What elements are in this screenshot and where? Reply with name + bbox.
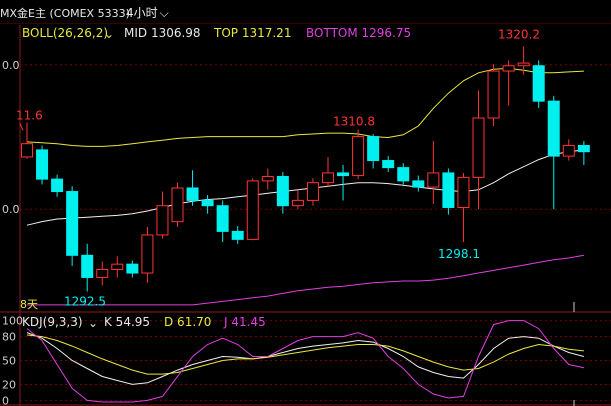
high-marker: 1320.2: [498, 27, 540, 41]
candle-body-down: [337, 172, 350, 177]
candle-body-down: [186, 187, 199, 201]
left-low-marker: 1292.5: [64, 295, 106, 309]
boll-top-line: [26, 67, 584, 147]
candle-body-down: [66, 191, 79, 256]
candle-body-down: [577, 144, 590, 153]
candle-body-up: [352, 136, 365, 177]
candle-body-down: [201, 199, 214, 207]
kdj-tick-label: 80: [2, 331, 16, 344]
candle-body-down: [81, 254, 94, 278]
candle-body-up: [487, 70, 500, 119]
candle-body-down: [547, 100, 560, 157]
candle-body-up: [246, 180, 259, 240]
candle-body-up: [427, 172, 440, 188]
kdj-tick-label: 50: [2, 355, 16, 368]
candle-body-down: [367, 136, 380, 162]
boll-top-value: TOP 1317.21: [213, 26, 291, 40]
candle-body-down: [216, 205, 229, 232]
candle-body-down: [412, 180, 425, 188]
candle-body-up: [111, 263, 124, 270]
kdj-k-value: K 54.95: [104, 315, 150, 329]
candle-body-down: [382, 160, 395, 169]
kdj-d-value: D 61.70: [164, 315, 211, 329]
candle-body-down: [231, 230, 244, 240]
candle-body-up: [261, 175, 274, 182]
boll-indicator-label: BOLL(26,26,2): [22, 26, 108, 40]
candle-body-up: [291, 199, 304, 207]
kdj-lines: [26, 320, 585, 403]
boll-mid-value: MID 1306.98: [124, 26, 201, 40]
candle-body-up: [517, 62, 530, 67]
candle-body-down: [36, 149, 49, 180]
kdj-j-line: [26, 320, 585, 403]
candle-body-up: [21, 143, 33, 158]
candle-body-up: [306, 182, 319, 201]
candle-body-up: [141, 234, 154, 274]
candle-body-up: [562, 144, 575, 157]
candle-body-down: [276, 175, 289, 207]
boll-mid-line: [26, 149, 584, 226]
candle-body-down: [51, 178, 64, 193]
boll-lines: [26, 67, 584, 306]
candle-body-down: [532, 65, 545, 102]
candle-body-up: [472, 117, 485, 178]
boll-bottom-line: [27, 254, 584, 306]
candle-body-up: [171, 187, 184, 223]
kdj-tick-label: 100: [2, 315, 23, 328]
candle-body-down: [397, 167, 410, 182]
kdj-d-line: [26, 334, 584, 375]
candle-body-up: [457, 176, 470, 208]
candle-body-down: [442, 172, 455, 208]
kdj-tick-label: 20: [2, 378, 16, 391]
kdj-indicator-label: KDJ(9,3,3): [22, 315, 83, 329]
candle-body-up: [502, 65, 515, 72]
candle-body-up: [156, 205, 169, 236]
chart-grid: [0, 25, 611, 406]
boll-bottom-value: BOTTOM 1296.75: [306, 26, 411, 40]
kdj-tick-label: 0: [2, 394, 9, 406]
candle-body-down: [126, 263, 139, 274]
candles: [21, 46, 590, 292]
candle-body-up: [96, 268, 109, 278]
price-tick-label: 0.0: [2, 59, 20, 72]
chevron-down-icon: ⌄: [88, 316, 98, 330]
mid-high-marker: 1310.8: [333, 115, 375, 129]
low-marker: 1298.1: [438, 247, 480, 261]
days-marker: 8天: [20, 298, 38, 311]
left-marker: 11.6: [16, 108, 43, 122]
candle-body-up: [322, 172, 334, 184]
kdj-j-value: J 41.45: [223, 315, 266, 329]
chevron-down-icon: ⌄: [104, 27, 114, 41]
price-chart: 0.0 0.0 100 80 50 20 0 1320.2 1310.8 1298.1 1292.5…: [0, 25, 611, 406]
price-tick-label: 0.0: [2, 203, 20, 216]
